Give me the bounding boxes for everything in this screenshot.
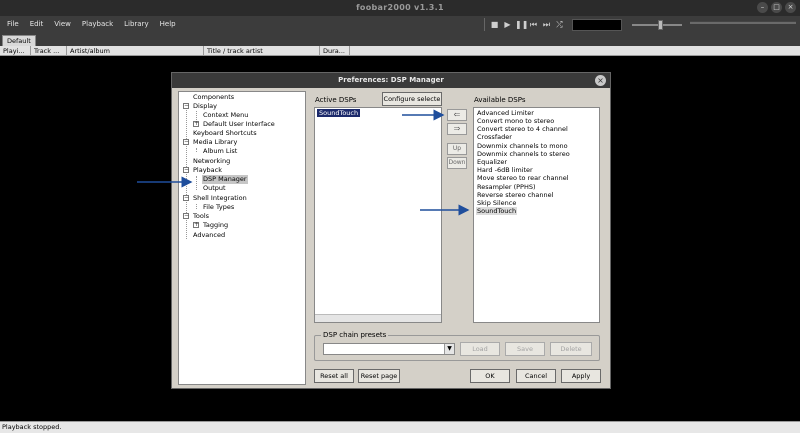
annotation-arrows	[137, 109, 470, 216]
